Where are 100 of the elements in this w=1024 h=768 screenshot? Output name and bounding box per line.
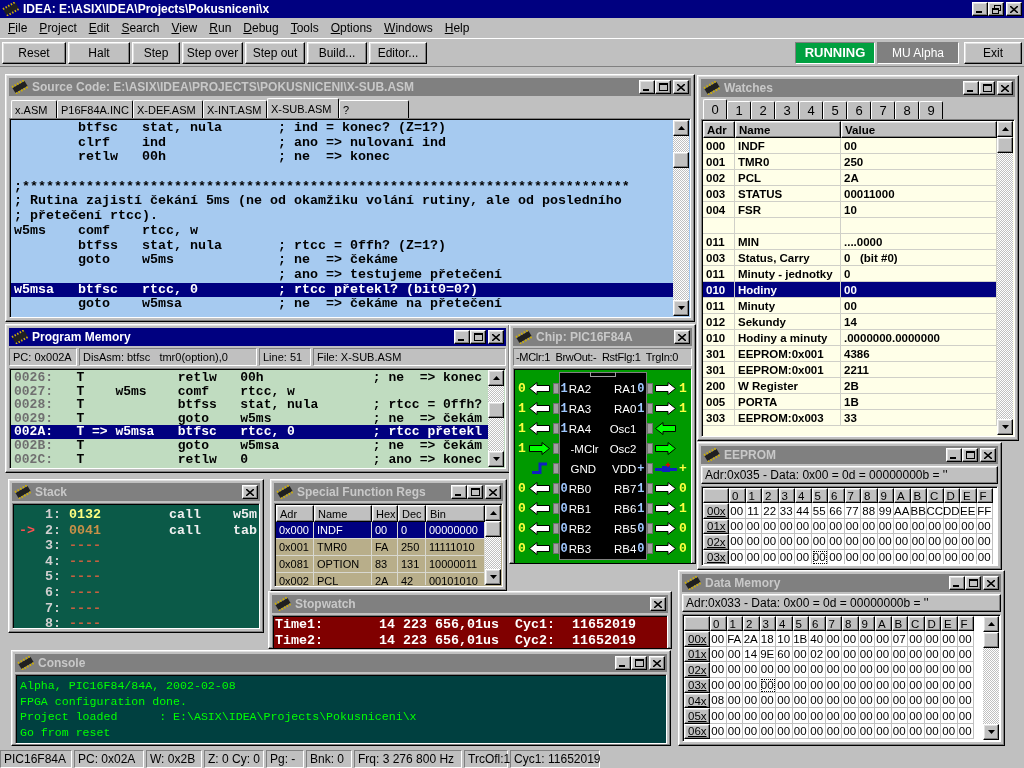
code-row[interactable]: 002B: T goto w5msa ; ne => čekám <box>11 438 488 453</box>
memory-cell[interactable]: 00 <box>924 708 941 724</box>
memory-cell[interactable]: 00 <box>858 677 875 693</box>
register-row[interactable]: 0x001 TMR0 FA 250 11111010 <box>276 539 485 556</box>
memory-cell[interactable]: 00 <box>842 662 859 678</box>
memory-cell[interactable]: 00 <box>941 631 958 647</box>
memory-cell[interactable]: 00 <box>792 708 809 724</box>
memory-cell[interactable]: FF <box>976 503 993 519</box>
memory-cell[interactable]: 11 <box>745 503 762 519</box>
watch-row[interactable]: 303 EEPROM:0x003 33 <box>703 410 997 426</box>
memory-cell[interactable]: 00 <box>891 677 908 693</box>
memory-cell[interactable]: AA <box>894 503 911 519</box>
memory-cell[interactable]: 00 <box>877 518 894 535</box>
watch-tab[interactable]: 1 <box>727 101 751 119</box>
minimize-button[interactable] <box>454 330 470 344</box>
memory-cell[interactable]: 33 <box>778 503 795 519</box>
memory-cell[interactable]: 00 <box>745 549 762 564</box>
watch-row[interactable]: 012 Sekundy 14 <box>703 314 997 330</box>
file-tab[interactable]: x.ASM <box>11 100 57 118</box>
memory-cell[interactable]: 00 <box>792 692 809 709</box>
memory-cell[interactable]: 00 <box>957 677 974 693</box>
memory-cell[interactable]: 00 <box>943 549 960 564</box>
memory-cell[interactable]: 00 <box>828 518 845 535</box>
memory-cell[interactable]: 00 <box>941 708 958 724</box>
scroll-up-button[interactable] <box>983 616 999 632</box>
exit-button[interactable]: Exit <box>964 41 1022 64</box>
memory-cell[interactable]: 00 <box>759 708 776 724</box>
memory-cell[interactable]: 14 <box>743 646 760 663</box>
memory-cell[interactable]: 18 <box>759 631 776 647</box>
memory-cell[interactable]: 88 <box>861 503 878 519</box>
memory-cell[interactable]: 00 <box>924 723 941 740</box>
memory-cell[interactable]: 00 <box>943 534 960 550</box>
menu-item[interactable]: Edit <box>82 21 116 35</box>
register-row[interactable]: 0x081 OPTION 83 131 10000011 <box>276 556 485 573</box>
memory-cell[interactable]: 00 <box>910 549 927 564</box>
close-button[interactable] <box>649 656 665 670</box>
memory-cell[interactable]: 00 <box>943 518 960 535</box>
memory-cell[interactable]: 00 <box>924 646 941 663</box>
memory-cell[interactable]: 00 <box>726 677 743 693</box>
memory-cell[interactable]: 60 <box>776 646 793 663</box>
column-header[interactable]: Adr <box>276 505 314 522</box>
memory-cell[interactable]: 00 <box>825 723 842 740</box>
memory-cell[interactable]: 08 <box>710 692 727 709</box>
close-button[interactable] <box>1006 2 1022 16</box>
memory-cell[interactable]: 00 <box>726 708 743 724</box>
scrollbar[interactable] <box>488 370 504 467</box>
memory-cell[interactable]: 00 <box>960 549 977 564</box>
maximize-button[interactable] <box>470 330 486 344</box>
memory-cell[interactable]: 00 <box>908 631 925 647</box>
scroll-down-button[interactable] <box>488 451 504 467</box>
memory-cell[interactable]: 00 <box>861 534 878 550</box>
menu-item[interactable]: Search <box>115 21 166 35</box>
memory-cell[interactable]: 00 <box>844 549 861 564</box>
memory-cell[interactable]: 00 <box>875 677 892 693</box>
code-row[interactable]: 0026: T retlw 00h ; ne => konec <box>11 371 488 385</box>
memory-cell[interactable]: 00 <box>710 723 727 740</box>
memory-cell[interactable]: 44 <box>795 503 812 519</box>
watch-tab[interactable]: 7 <box>871 101 895 119</box>
memory-cell[interactable]: 00 <box>776 692 793 709</box>
scroll-down-button[interactable] <box>673 300 689 316</box>
memory-cell[interactable]: 00 <box>858 723 875 740</box>
memory-cell[interactable]: 00 <box>941 662 958 678</box>
memory-cell[interactable]: 00 <box>842 631 859 647</box>
memory-cell[interactable]: 00 <box>828 534 845 550</box>
memory-cell[interactable]: 00 <box>729 503 746 519</box>
memory-cell[interactable]: 00 <box>844 518 861 535</box>
scroll-thumb[interactable] <box>983 632 999 648</box>
code-row[interactable]: 002A: T => w5msa btfsc rtcc, 0 ; rtcc přetekl <box>11 425 488 439</box>
memory-cell[interactable]: 00 <box>825 631 842 647</box>
toolbar-button[interactable]: Reset <box>2 41 66 64</box>
memory-cell[interactable]: 10 <box>776 631 793 647</box>
menu-item[interactable]: Windows <box>378 21 439 35</box>
memory-cell[interactable]: 00 <box>762 549 779 564</box>
memory-cell[interactable]: 00 <box>842 677 859 693</box>
memory-cell[interactable]: 00 <box>745 534 762 550</box>
register-row[interactable]: 0x000 INDF 00 0 00000000 <box>276 522 485 539</box>
memory-cell[interactable]: 40 <box>809 631 826 647</box>
memory-cell[interactable]: 00 <box>809 723 826 740</box>
memory-cell[interactable]: FA <box>726 631 743 647</box>
column-header[interactable]: Hex <box>372 505 398 522</box>
memory-cell[interactable]: BB <box>910 503 927 519</box>
maximize-button[interactable] <box>655 80 671 94</box>
memory-cell[interactable]: 00 <box>957 723 974 740</box>
memory-cell[interactable]: 00 <box>957 708 974 724</box>
memory-cell[interactable]: 00 <box>726 646 743 663</box>
close-button[interactable] <box>485 485 501 499</box>
memory-cell[interactable]: 00 <box>960 534 977 550</box>
close-button[interactable] <box>650 597 666 611</box>
memory-cell[interactable]: 00 <box>927 518 944 535</box>
watch-row[interactable]: 003 STATUS 00011000 <box>703 186 997 202</box>
toolbar-button[interactable]: Step <box>132 41 180 64</box>
memory-cell[interactable]: 00 <box>875 723 892 740</box>
memory-cell[interactable]: 00 <box>809 677 826 693</box>
menu-item[interactable]: Project <box>33 21 83 35</box>
memory-cell[interactable]: 00 <box>891 692 908 709</box>
memory-cell[interactable]: 00 <box>743 708 760 724</box>
memory-cell[interactable]: 00 <box>858 708 875 724</box>
column-header[interactable]: Name <box>735 121 841 138</box>
file-tab[interactable]: X-SUB.ASM <box>267 98 339 118</box>
memory-cell[interactable]: 2A <box>743 631 760 647</box>
